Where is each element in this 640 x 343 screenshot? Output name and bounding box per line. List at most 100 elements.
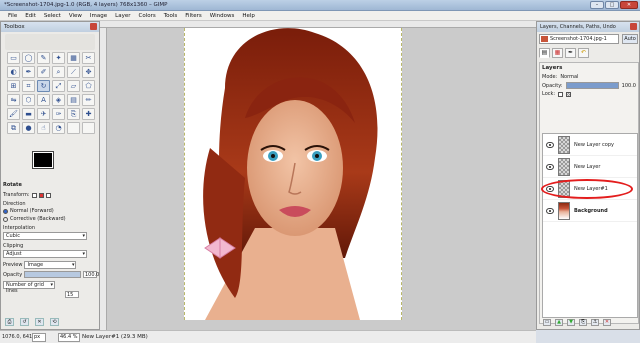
lock-pixels-checkbox[interactable] — [558, 91, 564, 97]
layer-row[interactable]: New Layer#1 — [541, 178, 637, 200]
paintbrush-tool-icon[interactable]: 🖌 — [7, 108, 20, 120]
transform-layer-icon[interactable] — [31, 192, 37, 198]
menu-view[interactable]: View — [65, 11, 86, 20]
tab-layers-icon[interactable]: ▤ — [539, 48, 550, 58]
tab-paths-icon[interactable]: ✒ — [565, 48, 576, 58]
blend-tool-icon[interactable]: ▤ — [67, 94, 80, 106]
toolbox-close-icon[interactable] — [90, 23, 97, 30]
duplicate-layer-icon[interactable]: ⎘ — [579, 318, 587, 326]
measure-tool-icon[interactable]: ⟋ — [67, 66, 80, 78]
paths-tool-icon[interactable]: ✒ — [22, 66, 35, 78]
image-canvas[interactable] — [184, 28, 402, 320]
layer-row[interactable]: New Layer copy — [543, 134, 637, 156]
maximize-button[interactable]: □ — [605, 1, 619, 9]
clone-tool-icon[interactable]: ⎘ — [67, 108, 80, 120]
bucket-fill-tool-icon[interactable]: ◈ — [52, 94, 65, 106]
pencil-tool-icon[interactable]: ✏ — [82, 94, 95, 106]
anchor-layer-icon[interactable]: ⚓ — [591, 318, 599, 326]
menu-select[interactable]: Select — [40, 11, 65, 20]
fuzzy-select-tool-icon[interactable]: ✦ — [52, 52, 65, 64]
direction-normal-radio[interactable] — [3, 208, 8, 214]
reset-options-icon[interactable]: ⟲ — [50, 318, 59, 326]
menu-edit[interactable]: Edit — [21, 11, 40, 20]
menu-file[interactable]: File — [4, 11, 21, 20]
restore-options-icon[interactable]: ↺ — [20, 318, 29, 326]
opacity-value[interactable]: 100.0 — [83, 271, 99, 278]
clipping-label: Clipping — [3, 243, 24, 249]
layer-opacity-slider[interactable] — [565, 82, 619, 89]
raise-layer-icon[interactable]: ▲ — [555, 318, 563, 326]
text-tool-icon[interactable]: A — [37, 94, 50, 106]
smudge-tool-icon[interactable]: ☝ — [37, 122, 50, 134]
blur-tool-icon[interactable]: ● — [22, 122, 35, 134]
align-tool-icon[interactable]: ⊞ — [7, 80, 20, 92]
layers-dock-title: Layers, Channels, Paths, Undo — [540, 24, 616, 30]
free-select-tool-icon[interactable]: ✎ — [37, 52, 50, 64]
scale-tool-icon[interactable]: ⤢ — [52, 80, 65, 92]
eraser-tool-icon[interactable]: ▬ — [22, 108, 35, 120]
opacity-slider[interactable] — [24, 271, 81, 278]
perspective-tool-icon[interactable]: ⬠ — [82, 80, 95, 92]
perspective-clone-tool-icon[interactable]: ⧉ — [7, 122, 20, 134]
move-tool-icon[interactable]: ✥ — [82, 66, 95, 78]
flip-tool-icon[interactable]: ⇋ — [7, 94, 20, 106]
visibility-eye-icon[interactable] — [546, 141, 554, 148]
layer-row[interactable]: Background — [543, 200, 637, 222]
menu-filters[interactable]: Filters — [181, 11, 206, 20]
clipping-select[interactable]: Adjust — [3, 250, 87, 258]
rect-select-tool-icon[interactable]: ▭ — [7, 52, 20, 64]
unit-select[interactable]: px — [32, 333, 46, 342]
preview-select[interactable]: Image — [24, 261, 77, 269]
cage-tool-icon[interactable]: ⬡ — [22, 94, 35, 106]
zoom-select[interactable]: 46.4 % — [58, 333, 80, 342]
dodge-burn-tool-icon[interactable]: ◔ — [52, 122, 65, 134]
ink-tool-icon[interactable]: ✑ — [52, 108, 65, 120]
lock-label: Lock: — [542, 91, 556, 97]
save-options-icon[interactable]: ⎙ — [5, 318, 14, 326]
interpolation-select[interactable]: Cubic — [3, 232, 87, 240]
color-picker-tool-icon[interactable]: ✐ — [37, 66, 50, 78]
delete-options-icon[interactable]: ✕ — [35, 318, 44, 326]
foreground-color[interactable] — [32, 151, 54, 169]
mode-select[interactable]: Normal — [560, 74, 578, 80]
horizontal-ruler[interactable] — [100, 21, 536, 28]
lower-layer-icon[interactable]: ▼ — [567, 318, 575, 326]
tab-channels-icon[interactable]: ▦ — [552, 48, 563, 58]
grid-select[interactable]: Number of grid lines — [3, 281, 55, 294]
menu-layer[interactable]: Layer — [111, 11, 134, 20]
direction-corrective-radio[interactable] — [3, 216, 8, 222]
minimize-button[interactable]: – — [590, 1, 604, 9]
shear-tool-icon[interactable]: ▱ — [67, 80, 80, 92]
menu-tools[interactable]: Tools — [160, 11, 182, 20]
transform-path-icon[interactable] — [45, 192, 51, 198]
color-select-tool-icon[interactable]: ▦ — [67, 52, 80, 64]
vertical-ruler[interactable] — [100, 28, 107, 330]
visibility-eye-icon[interactable] — [546, 207, 554, 214]
lock-alpha-checkbox[interactable] — [566, 91, 572, 97]
grid-lines-number[interactable]: 15 — [65, 291, 79, 298]
layer-row[interactable]: New Layer — [543, 156, 637, 178]
heal-tool-icon[interactable]: ✚ — [82, 108, 95, 120]
visibility-eye-icon[interactable] — [546, 163, 554, 170]
foreground-select-tool-icon[interactable]: ◐ — [7, 66, 20, 78]
layer-opacity-value[interactable]: 100.0 — [622, 83, 636, 89]
menu-windows[interactable]: Windows — [206, 11, 239, 20]
image-select[interactable]: Screenshot-1704.jpg-1 — [539, 34, 619, 44]
crop-tool-icon[interactable]: ⌗ — [22, 80, 35, 92]
close-button[interactable]: ✕ — [620, 1, 638, 9]
tab-undo-icon[interactable]: ↶ — [578, 48, 589, 58]
new-layer-icon[interactable]: ▭ — [543, 318, 551, 326]
ellipse-select-tool-icon[interactable]: ◯ — [22, 52, 35, 64]
menu-help[interactable]: Help — [238, 11, 259, 20]
transform-selection-icon[interactable] — [38, 192, 44, 198]
scissors-tool-icon[interactable]: ✂ — [82, 52, 95, 64]
portrait-image — [185, 28, 401, 320]
layers-dock-close-icon[interactable] — [630, 23, 637, 30]
menu-colors[interactable]: Colors — [134, 11, 159, 20]
menu-image[interactable]: Image — [86, 11, 111, 20]
airbrush-tool-icon[interactable]: ✈ — [37, 108, 50, 120]
rotate-tool-icon[interactable]: ↻ — [37, 80, 50, 92]
delete-layer-icon[interactable]: ✕ — [603, 318, 611, 326]
zoom-tool-icon[interactable]: ⌕ — [52, 66, 65, 78]
auto-button[interactable]: Auto — [622, 34, 638, 44]
